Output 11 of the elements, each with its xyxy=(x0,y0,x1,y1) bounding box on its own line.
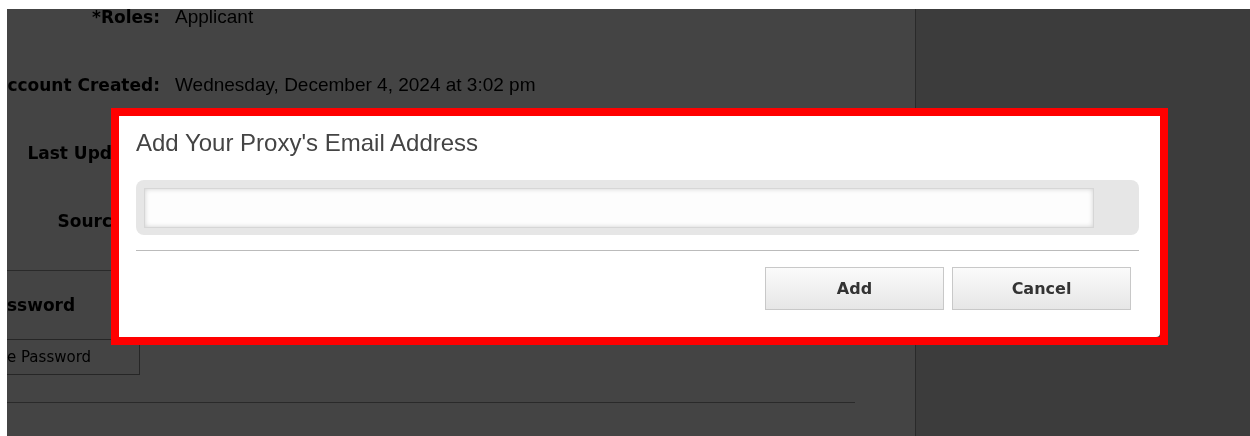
field-label: Last Upd xyxy=(26,142,112,163)
dialog-title: Add Your Proxy's Email Address xyxy=(136,128,480,158)
field-label: ccount Created: xyxy=(7,74,160,95)
field-label: *Roles: xyxy=(91,6,160,27)
cancel-button[interactable]: Cancel xyxy=(952,267,1131,310)
section-heading: ssword xyxy=(7,295,76,315)
email-field[interactable] xyxy=(136,180,1139,235)
field-value: Wednesday, December 4, 2024 at 3:02 pm xyxy=(175,74,536,96)
field-label: Sourc xyxy=(56,210,112,231)
add-button[interactable]: Add xyxy=(765,267,944,310)
field-value: Applicant xyxy=(175,6,254,28)
